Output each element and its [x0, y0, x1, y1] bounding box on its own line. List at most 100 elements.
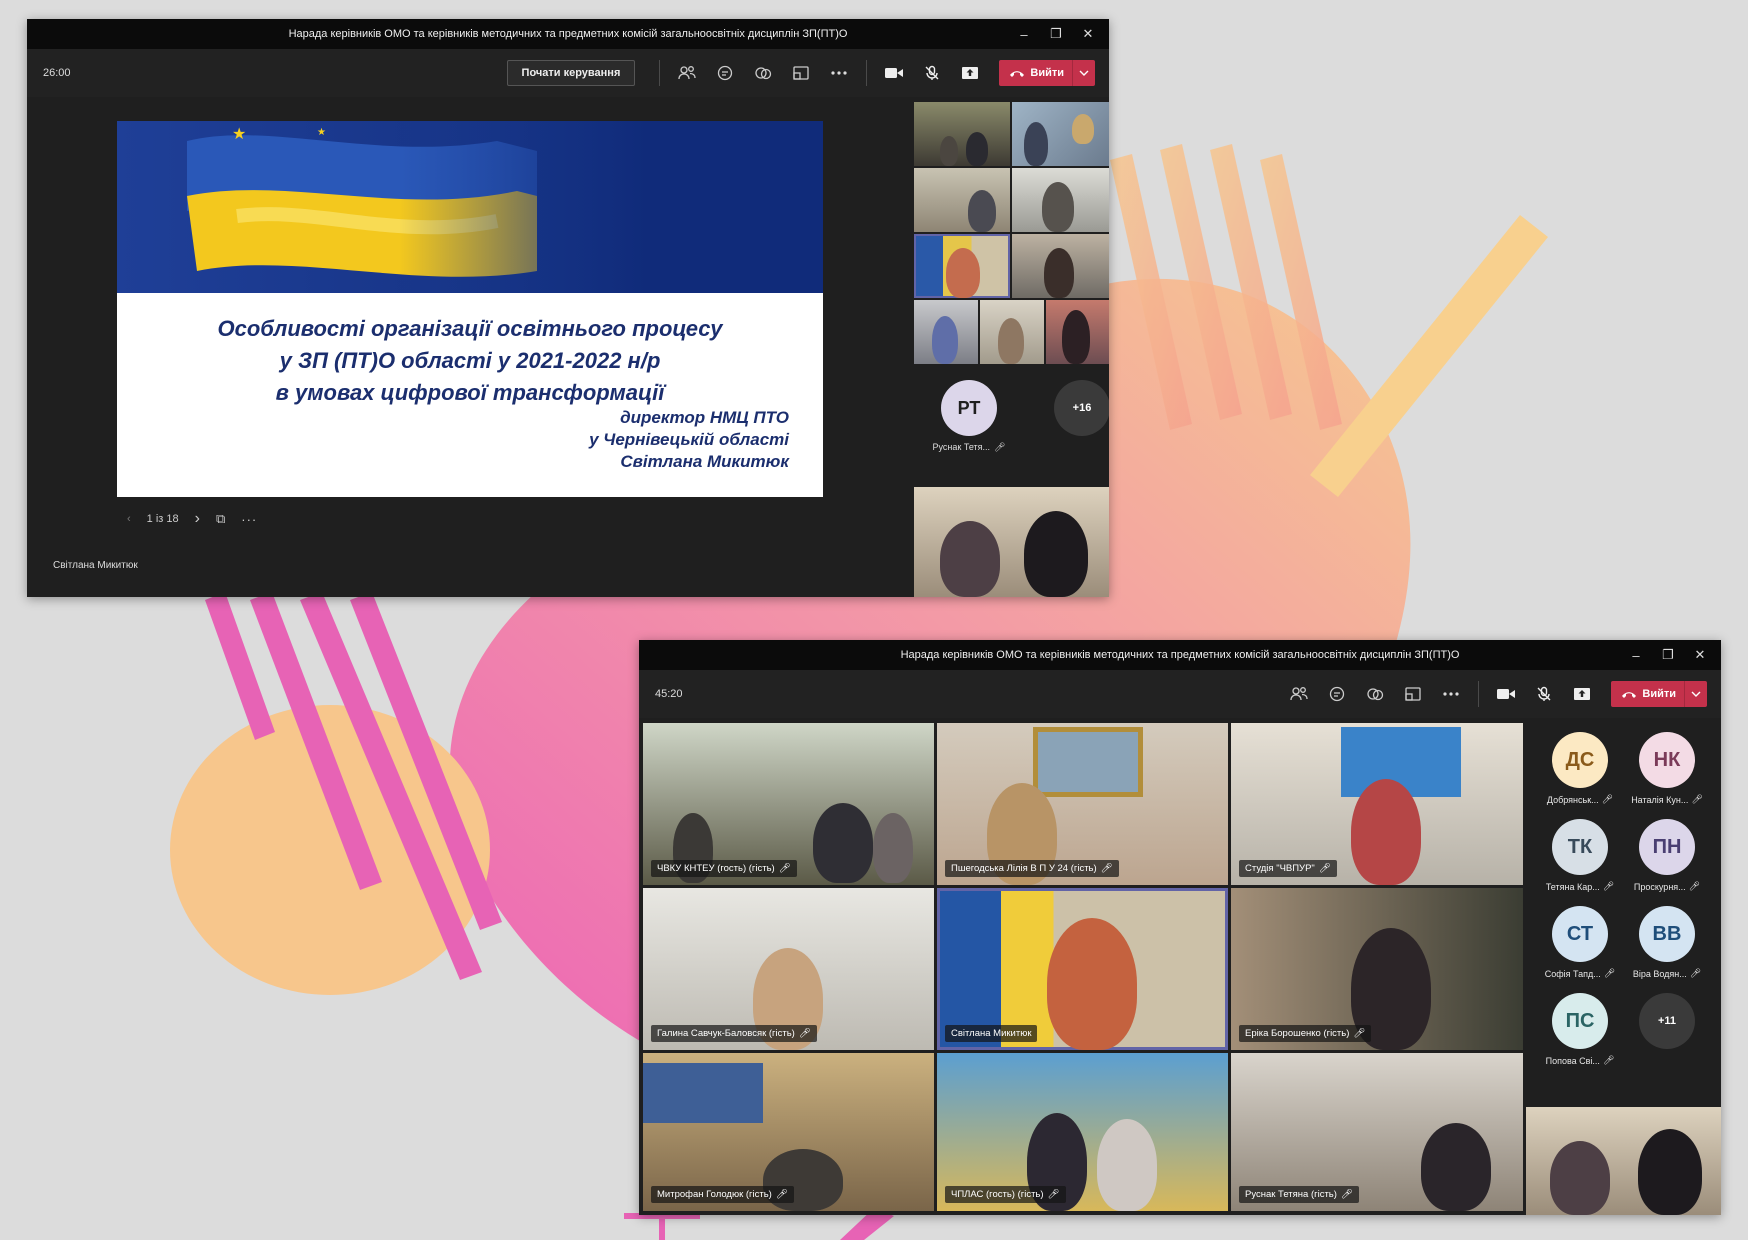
roster-item[interactable]: ПС Попова Сві... 🎤︎ — [1537, 993, 1624, 1066]
meeting-toolbar: 45:20 Вийти — [639, 670, 1721, 718]
more-participants-button[interactable]: +11 — [1639, 993, 1695, 1049]
more-actions-icon[interactable] — [1434, 679, 1468, 709]
video-tile[interactable]: Галина Савчук-Баловсяк (гість) 🎤︎ — [643, 888, 934, 1050]
participant-name: Галина Савчук-Баловсяк (гість) — [657, 1028, 795, 1039]
video-tile[interactable] — [914, 102, 1010, 166]
minimize-icon[interactable]: – — [1011, 27, 1037, 42]
roster-item[interactable]: ДС Добрянськ... 🎤︎ — [1537, 732, 1624, 805]
teams-window-gallery: Нарада керівників ОМО та керівників мето… — [639, 640, 1721, 1215]
participants-icon[interactable] — [1282, 679, 1316, 709]
video-tile[interactable] — [980, 300, 1044, 364]
avatar: ВВ — [1639, 906, 1695, 962]
more-actions-icon[interactable] — [822, 58, 856, 88]
video-tile[interactable]: Митрофан Голодюк (гість) 🎤︎ — [643, 1053, 934, 1211]
divider — [1478, 681, 1480, 707]
reactions-icon[interactable] — [1358, 679, 1392, 709]
roster-name: Віра Водян... — [1632, 968, 1687, 979]
rooms-icon[interactable] — [1396, 679, 1430, 709]
video-tile[interactable] — [1046, 300, 1109, 364]
page-indicator: 1 із 18 — [146, 513, 179, 525]
video-tile-active-speaker[interactable] — [914, 234, 1010, 298]
video-tile[interactable] — [1012, 102, 1109, 166]
mic-muted-icon: 🎤︎ — [1601, 794, 1614, 804]
avatar: ТК — [1552, 819, 1608, 875]
video-tile-active-speaker[interactable]: Світлана Микитюк — [937, 888, 1228, 1050]
more-participants-button[interactable]: +16 — [1054, 380, 1109, 436]
camera-icon[interactable] — [1489, 679, 1523, 709]
slide-grid-icon[interactable]: ⧉ — [216, 511, 225, 527]
restore-icon[interactable]: ❐ — [1655, 647, 1681, 663]
roster-name: Наталія Кун... — [1631, 794, 1689, 805]
video-tile[interactable]: Студія "ЧВПУР" 🎤︎ — [1231, 723, 1523, 885]
svg-text:★: ★ — [232, 124, 246, 143]
participant-avatar-card[interactable]: РТ Руснак Тетя... 🎤︎ — [914, 380, 1024, 453]
avatar: НК — [1639, 732, 1695, 788]
roster-item[interactable]: ВВ Віра Водян... 🎤︎ — [1624, 906, 1711, 979]
leave-button[interactable]: Вийти — [999, 60, 1095, 86]
divider — [659, 60, 661, 86]
previous-slide-icon[interactable]: ‹ — [127, 513, 131, 525]
close-icon[interactable]: ✕ — [1687, 647, 1713, 663]
chat-icon[interactable] — [708, 58, 742, 88]
leave-button[interactable]: Вийти — [1611, 681, 1707, 707]
video-tile[interactable]: Руснак Тетяна (гість) 🎤︎ — [1231, 1053, 1523, 1211]
meeting-toolbar: 26:00 Почати керування Вийти — [27, 49, 1109, 97]
video-tile[interactable]: ЧВКУ КНТЕУ (гость) (гість) 🎤︎ — [643, 723, 934, 885]
video-tile[interactable] — [914, 168, 1010, 232]
video-tile[interactable] — [1012, 168, 1109, 232]
self-view-video[interactable] — [914, 487, 1109, 597]
window-title: Нарада керівників ОМО та керівників мето… — [288, 28, 848, 40]
video-tile[interactable]: Еріка Борошенко (гість) 🎤︎ — [1231, 888, 1523, 1050]
minimize-icon[interactable]: – — [1623, 648, 1649, 663]
mic-muted-icon: 🎤︎ — [775, 1189, 788, 1200]
roster-name: Проскурня... — [1633, 881, 1686, 892]
roster-item[interactable]: СТ Софія Тапд... 🎤︎ — [1537, 906, 1624, 979]
slide-header-flag-image: ★ ★ — [117, 121, 823, 293]
teams-window-presentation: Нарада керівників ОМО та керівників мето… — [27, 19, 1109, 597]
mic-muted-icon: 🎤︎ — [1691, 794, 1703, 804]
mic-muted-icon: 🎤︎ — [1603, 968, 1616, 978]
mic-muted-icon: 🎤︎ — [1688, 881, 1701, 891]
self-view-video[interactable] — [1526, 1107, 1721, 1215]
roster-item[interactable]: ТК Тетяна Кар... 🎤︎ — [1537, 819, 1624, 892]
presentation-slide: ★ ★ Особливості організації освітнього п… — [117, 121, 823, 497]
roster-name: Тетяна Кар... — [1545, 881, 1600, 892]
rooms-icon[interactable] — [784, 58, 818, 88]
mic-muted-icon: 🎤︎ — [1353, 1028, 1366, 1039]
video-gallery-strip: РТ Руснак Тетя... 🎤︎ +16 — [914, 102, 1109, 597]
presentation-stage: ★ ★ Особливості організації освітнього п… — [27, 97, 912, 597]
roster-item[interactable]: +11 — [1624, 993, 1711, 1066]
next-slide-icon[interactable]: › — [195, 510, 200, 528]
mic-muted-icon: 🎤︎ — [1602, 881, 1615, 891]
video-tile[interactable] — [914, 300, 978, 364]
close-icon[interactable]: ✕ — [1075, 26, 1101, 42]
avatar: ДС — [1552, 732, 1608, 788]
take-control-button[interactable]: Почати керування — [506, 60, 636, 86]
participants-icon[interactable] — [670, 58, 704, 88]
slide-author-line1: директор НМЦ ПТО — [620, 408, 789, 427]
more-options-icon[interactable]: ··· — [241, 512, 257, 527]
reactions-icon[interactable] — [746, 58, 780, 88]
video-tile[interactable]: Пшегодська Лілія В П У 24 (гість) 🎤︎ — [937, 723, 1228, 885]
svg-text:★: ★ — [317, 127, 326, 138]
restore-icon[interactable]: ❐ — [1043, 26, 1069, 42]
divider — [866, 60, 868, 86]
video-tile[interactable]: ЧПЛАС (гость) (гість) 🎤︎ — [937, 1053, 1228, 1211]
mic-muted-icon: 🎤︎ — [798, 1028, 811, 1039]
avatar: РТ — [941, 380, 997, 436]
share-screen-icon[interactable] — [1565, 679, 1599, 709]
mic-muted-icon[interactable] — [1527, 679, 1561, 709]
roster-item[interactable]: НК Наталія Кун... 🎤︎ — [1624, 732, 1711, 805]
participant-name: ЧПЛАС (гость) (гість) — [951, 1189, 1044, 1200]
mic-muted-icon[interactable] — [915, 58, 949, 88]
chat-icon[interactable] — [1320, 679, 1354, 709]
roster-item[interactable]: ПН Проскурня... 🎤︎ — [1624, 819, 1711, 892]
chevron-down-icon[interactable] — [1072, 60, 1095, 86]
camera-icon[interactable] — [877, 58, 911, 88]
slide-title: Особливості організації освітнього проце… — [117, 313, 823, 409]
slide-navigation: ‹ 1 із 18 › ⧉ ··· — [127, 510, 257, 528]
share-screen-icon[interactable] — [953, 58, 987, 88]
avatar: СТ — [1552, 906, 1608, 962]
chevron-down-icon[interactable] — [1684, 681, 1707, 707]
video-tile[interactable] — [1012, 234, 1109, 298]
